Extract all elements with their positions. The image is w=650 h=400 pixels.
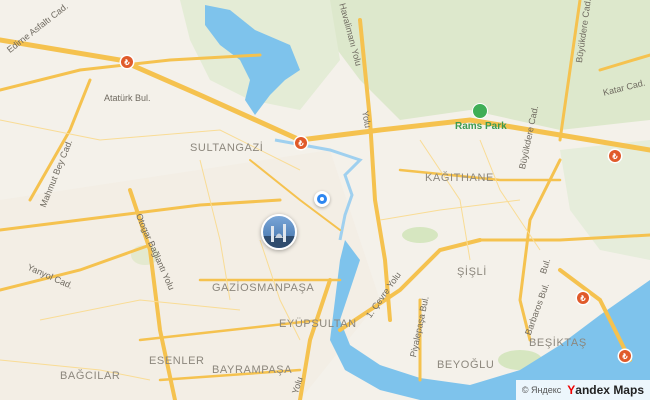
toll-marker-icon[interactable]: ₺ <box>609 150 621 162</box>
street-label-ataturk: Atatürk Bul. <box>104 93 151 103</box>
yandex-maps-logo[interactable]: Yandex Maps <box>567 383 644 397</box>
toll-marker-icon[interactable]: ₺ <box>295 137 307 149</box>
district-label-beyoglu: BEYOĞLU <box>437 359 495 371</box>
district-label-besiktas: BEŞİKTAŞ <box>529 337 587 349</box>
district-label-bagcilar: BAĞCILAR <box>60 370 121 382</box>
poi-label-rams-park[interactable]: Rams Park <box>455 121 507 132</box>
toll-marker-icon[interactable]: ₺ <box>577 292 589 304</box>
district-label-eyupsultan: EYÜPSULTAN <box>279 318 357 330</box>
photo-marker-icon[interactable] <box>261 214 297 250</box>
district-label-bayrampasa: BAYRAMPAŞA <box>212 364 293 376</box>
copyright-text[interactable]: © Яндекс <box>522 385 561 395</box>
district-label-gaziosmanpasa: GAZİOSMANPAŞA <box>212 282 315 294</box>
map-attribution: © Яндекс Yandex Maps <box>515 380 650 400</box>
district-label-sultangazi: SULTANGAZİ <box>190 142 264 154</box>
toll-marker-icon[interactable]: ₺ <box>121 56 133 68</box>
toll-marker-icon[interactable]: ₺ <box>619 350 631 362</box>
park-icon[interactable] <box>472 103 488 119</box>
map-canvas[interactable]: SULTANGAZİ KAĞITHANE ŞİŞLİ GAZİOSMANPAŞA… <box>0 0 650 400</box>
district-label-esenler: ESENLER <box>149 355 205 367</box>
district-label-kagithane: KAĞITHANE <box>425 172 494 184</box>
brand-rest: andex Maps <box>575 383 644 397</box>
district-label-sisli: ŞİŞLİ <box>457 266 487 278</box>
current-location-icon[interactable] <box>314 191 330 207</box>
